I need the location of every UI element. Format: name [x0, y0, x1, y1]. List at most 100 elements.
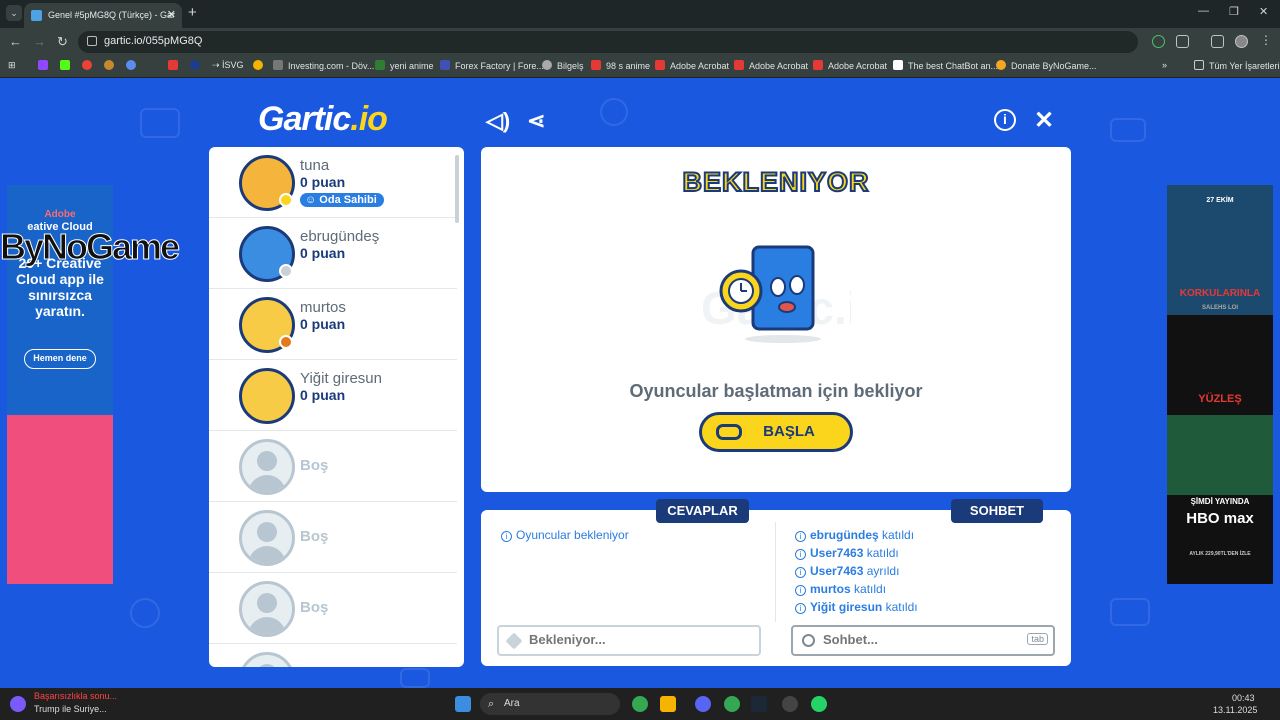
bookmark-item[interactable]: Adobe Acrobat — [655, 60, 729, 71]
info-icon: i — [795, 549, 806, 560]
right-ad-banner[interactable]: 27 EKİM KORKULARINLA SALEHS LOI YÜZLEŞ Ş… — [1167, 185, 1273, 584]
ad-date: 27 EKİM — [1206, 197, 1234, 204]
player-name: Yiğit giresun — [300, 370, 382, 387]
player-list-scrollbar[interactable] — [455, 155, 459, 223]
bookmark-item[interactable]: ⇢ İSVG — [212, 60, 244, 71]
news-headline[interactable]: Başarısızlıkla sonu... — [34, 691, 117, 701]
file-explorer-icon[interactable] — [660, 696, 676, 712]
extension-icon[interactable] — [1152, 35, 1165, 48]
bookmark-item[interactable]: Tüm Yer İşaretleri — [1194, 60, 1280, 71]
bookmark-icon[interactable] — [168, 60, 178, 70]
answer-field[interactable] — [497, 625, 761, 656]
site-info-icon[interactable] — [87, 36, 97, 46]
answers-chat-panel: CEVAPLAR SOHBET i Oyuncular bekleniyor ie… — [481, 499, 1071, 666]
empty-slot — [209, 644, 457, 667]
chat-message: i ebrugündeş katıldı — [795, 528, 914, 542]
maps-pin-icon[interactable] — [82, 60, 92, 70]
clock-time[interactable]: 00:43 — [1232, 693, 1255, 703]
news-title[interactable]: Trump ile Suriye... — [34, 704, 107, 714]
answers-message: i Oyuncular bekleniyor — [501, 528, 629, 542]
twitch-icon[interactable] — [38, 60, 48, 70]
bookmark-item[interactable]: Donate ByNoGame... — [996, 60, 1097, 71]
extensions-puzzle-icon[interactable] — [1176, 35, 1189, 48]
empty-avatar-icon — [239, 652, 295, 667]
sound-icon[interactable]: ◁) — [486, 108, 510, 134]
player-row[interactable]: ebrugündeş 0 puan — [209, 218, 457, 289]
chat-message: i User7463 ayrıldı — [795, 564, 899, 578]
share-icon[interactable]: ⋖ — [527, 108, 545, 134]
bookmark-icon[interactable] — [126, 60, 136, 70]
player-row[interactable]: Yiğit giresun 0 puan — [209, 360, 457, 431]
back-icon[interactable]: ← — [9, 34, 22, 49]
profile-avatar-icon[interactable] — [1235, 35, 1248, 48]
player-row[interactable]: murtos 0 puan — [209, 289, 457, 360]
start-button[interactable]: BAŞLA — [699, 412, 853, 452]
discord-icon[interactable] — [695, 696, 711, 712]
bookmark-item[interactable]: The best ChatBot an... — [893, 60, 998, 71]
empty-slot: Boş — [209, 573, 457, 644]
gartic-page: Gartic.io ◁) ⋖ i ✕ tuna 0 puan ☺ Oda Sah… — [0, 78, 1280, 688]
info-icon[interactable]: i — [994, 109, 1016, 131]
waiting-text: Oyuncular başlatman için bekliyor — [629, 381, 923, 401]
whatsapp-icon[interactable] — [811, 696, 827, 712]
bookmark-icon[interactable] — [104, 60, 114, 70]
minimize-icon[interactable]: — — [1198, 5, 1209, 17]
status-dot — [279, 193, 293, 207]
player-name: ebrugündeş — [300, 228, 380, 245]
taskbar-search[interactable]: ⌕ Ara — [480, 693, 620, 715]
address-bar[interactable]: gartic.io/055pMG8Q — [78, 31, 1138, 53]
player-name: tuna — [300, 157, 330, 174]
bookmark-icon[interactable] — [253, 60, 263, 70]
bookmark-item[interactable]: Adobe Acrobat — [813, 60, 887, 71]
chrome-icon[interactable] — [724, 696, 740, 712]
app-icon[interactable] — [782, 696, 798, 712]
ad-title: KORKULARINLA — [1179, 288, 1261, 299]
chrome-icon[interactable] — [632, 696, 648, 712]
ad-subtitle: SALEHS LOI — [1201, 305, 1238, 311]
close-icon[interactable]: ✕ — [1034, 106, 1054, 135]
menu-dots-icon[interactable]: ⋮ — [1260, 33, 1273, 47]
info-icon: i — [795, 585, 806, 596]
search-icon — [802, 634, 815, 647]
info-icon: i — [795, 567, 806, 578]
ad-brand: Adobe — [44, 209, 76, 220]
bookmark-item[interactable]: Adobe Acrobat — [734, 60, 808, 71]
answer-input[interactable] — [529, 632, 729, 647]
ad-cta-button[interactable]: Hemen dene — [24, 349, 96, 369]
bookmark-item[interactable]: yeni anime — [375, 60, 434, 71]
browser-tab[interactable]: Genel #5pMG8Q (Türkçe) - Gar ✕ — [24, 3, 182, 28]
owner-badge: ☺ Oda Sahibi — [300, 193, 384, 207]
ad-title: YÜZLEŞ — [1198, 393, 1242, 405]
pencil-icon — [505, 632, 523, 650]
chat-message: i User7463 katıldı — [795, 546, 899, 560]
apps-grid-icon[interactable]: ⊞ — [8, 60, 16, 71]
chat-field[interactable]: tab — [791, 625, 1055, 656]
steam-icon[interactable] — [751, 696, 767, 712]
forward-icon[interactable]: → — [33, 34, 46, 49]
clock-date[interactable]: 13.11.2025 — [1213, 705, 1257, 715]
ad-label: ŞİMDİ YAYINDA — [1190, 497, 1250, 506]
bookmark-item[interactable]: Forex Factory | Fore... — [440, 60, 544, 71]
news-widget-icon[interactable] — [10, 696, 26, 712]
browser-toolbar: ← → ↻ gartic.io/055pMG8Q ⋮ — [0, 28, 1280, 56]
tab-search-icon[interactable]: ⌄ — [6, 5, 22, 21]
hbo-max-logo: HBO max — [1186, 510, 1254, 527]
reading-list-icon[interactable] — [1211, 35, 1224, 48]
restore-icon[interactable]: ❐ — [1229, 5, 1239, 18]
bookmark-item[interactable]: Bilgelş — [542, 60, 584, 71]
bookmarks-overflow-icon[interactable]: » — [1162, 60, 1167, 70]
url-text: gartic.io/055pMG8Q — [104, 35, 203, 47]
player-row[interactable]: tuna 0 puan ☺ Oda Sahibi — [209, 147, 457, 218]
kick-icon[interactable] — [60, 60, 70, 70]
start-icon[interactable] — [455, 696, 471, 712]
divider — [775, 522, 776, 622]
window-close-icon[interactable]: ✕ — [1259, 5, 1268, 18]
chat-input[interactable] — [823, 632, 1023, 647]
reload-icon[interactable]: ↻ — [57, 34, 68, 50]
close-tab-icon[interactable]: ✕ — [167, 3, 176, 28]
player-points: 0 puan — [300, 387, 346, 403]
new-tab-icon[interactable]: + — [188, 4, 197, 21]
bookmark-item[interactable]: 98 s anime — [591, 60, 650, 71]
bookmark-item[interactable]: Investing.com - Döv... — [273, 60, 374, 71]
bookmark-icon[interactable] — [190, 60, 200, 70]
